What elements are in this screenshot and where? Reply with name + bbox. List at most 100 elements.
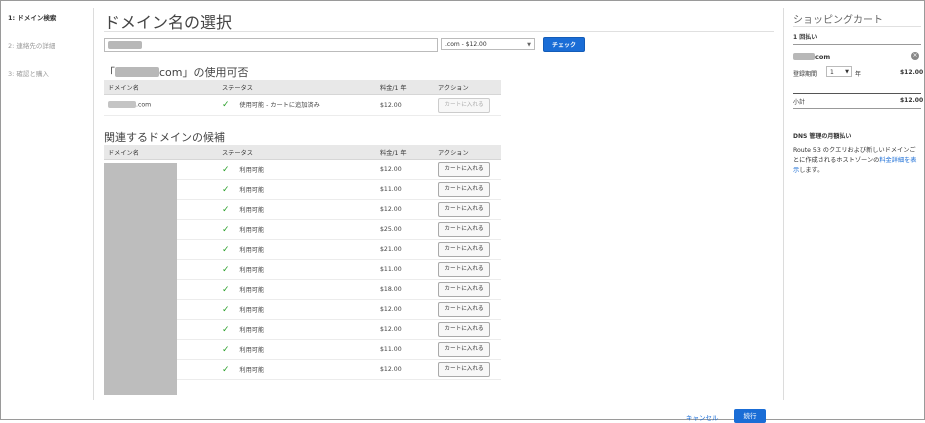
status-cell: ✓ 利用可能 <box>218 319 376 340</box>
price-cell: $12.00 <box>376 359 434 380</box>
status-text: 使用可能 - カートに追加済み <box>239 102 320 109</box>
check-icon: ✓ <box>222 344 230 355</box>
col-status: ステータス <box>218 80 376 95</box>
redacted-domain-list <box>104 163 177 395</box>
remove-icon[interactable]: × <box>911 52 919 60</box>
col-action: アクション <box>434 80 501 95</box>
check-icon: ✓ <box>222 100 230 110</box>
check-button[interactable]: チェック <box>543 37 585 52</box>
tld-select-value: .com - $12.00 <box>445 41 487 48</box>
add-to-cart-button[interactable]: カートに入れる <box>438 302 490 317</box>
col-price: 料金/1 年 <box>376 80 434 95</box>
add-to-cart-button[interactable]: カートに入れる <box>438 262 490 277</box>
action-cell: カートに入れる <box>434 359 501 380</box>
status-text: 利用可能 <box>239 206 265 214</box>
status-text: 利用可能 <box>239 266 265 274</box>
col-status: ステータス <box>218 145 376 160</box>
add-to-cart-button[interactable]: カートに入れる <box>438 97 490 113</box>
col-domain: ドメイン名 <box>104 145 218 160</box>
check-icon: ✓ <box>222 284 230 295</box>
col-domain: ドメイン名 <box>104 80 218 95</box>
add-to-cart-button[interactable]: カートに入れる <box>438 362 490 377</box>
price-cell: $21.00 <box>376 239 434 260</box>
cart-divider <box>793 108 921 109</box>
status-cell: ✓ 利用可能 <box>218 339 376 360</box>
price-cell: $18.00 <box>376 279 434 300</box>
check-icon: ✓ <box>222 184 230 195</box>
table-row: .com ✓ 使用可能 - カートに追加済み $12.00 カートに入れる <box>104 94 501 116</box>
status-cell: ✓ 利用可能 <box>218 299 376 320</box>
action-cell: カートに入れる <box>434 219 501 240</box>
item-price: $12.00 <box>900 69 924 76</box>
table-header-row: ドメイン名 ステータス 料金/1 年 アクション <box>104 80 501 95</box>
availability-heading: 「 com」の使用可否 <box>104 64 249 80</box>
dns-text-2: します。 <box>799 167 824 174</box>
table-header-row: ドメイン名 ステータス 料金/1 年 アクション <box>104 145 501 160</box>
check-icon: ✓ <box>222 324 230 335</box>
status-cell: ✓ 使用可能 - カートに追加済み <box>218 94 376 116</box>
chevron-down-icon: ▼ <box>845 69 849 75</box>
check-icon: ✓ <box>222 244 230 255</box>
domain-suffix: .com <box>136 101 152 109</box>
payment-label: 1 回払い <box>793 34 818 41</box>
add-to-cart-button[interactable]: カートに入れる <box>438 222 490 237</box>
status-cell: ✓ 利用可能 <box>218 279 376 300</box>
price-cell: $12.00 <box>376 319 434 340</box>
check-icon: ✓ <box>222 224 230 235</box>
availability-heading-prefix: 「 <box>104 66 115 79</box>
check-icon: ✓ <box>222 164 230 175</box>
domain-search-input[interactable] <box>104 38 438 52</box>
action-cell: カートに入れる <box>434 239 501 260</box>
cart-item-suffix: com <box>815 53 831 61</box>
status-cell: ✓ 利用可能 <box>218 239 376 260</box>
tld-select[interactable]: .com - $12.00 ▼ <box>441 38 535 50</box>
check-icon: ✓ <box>222 304 230 315</box>
redacted-domain <box>108 101 136 109</box>
cancel-link[interactable]: キャンセル <box>686 412 719 422</box>
period-value: 1 <box>830 69 834 76</box>
step-domain-search[interactable]: 1: ドメイン検索 <box>8 12 88 22</box>
status-text: 利用可能 <box>239 226 265 234</box>
add-to-cart-button[interactable]: カートに入れる <box>438 322 490 337</box>
price-cell: $25.00 <box>376 219 434 240</box>
status-cell: ✓ 利用可能 <box>218 159 376 180</box>
price-cell: $12.00 <box>376 299 434 320</box>
add-to-cart-button[interactable]: カートに入れる <box>438 282 490 297</box>
period-select[interactable]: 1 ▼ <box>826 66 852 77</box>
left-divider <box>93 8 94 400</box>
price-cell: $11.00 <box>376 339 434 360</box>
cart-divider <box>793 44 921 45</box>
status-text: 利用可能 <box>239 246 265 254</box>
status-cell: ✓ 利用可能 <box>218 259 376 280</box>
check-icon: ✓ <box>222 204 230 215</box>
add-to-cart-button[interactable]: カートに入れる <box>438 342 490 357</box>
status-cell: ✓ 利用可能 <box>218 179 376 200</box>
action-cell: カートに入れる <box>434 299 501 320</box>
cart-item-domain: com <box>793 53 830 61</box>
cart-divider <box>793 93 921 94</box>
add-to-cart-button[interactable]: カートに入れる <box>438 182 490 197</box>
subtotal-label: 小計 <box>793 99 806 106</box>
continue-button[interactable]: 続行 <box>734 409 766 423</box>
status-text: 利用可能 <box>239 186 265 194</box>
right-divider <box>783 8 784 400</box>
subtotal-price: $12.00 <box>900 97 924 104</box>
status-text: 利用可能 <box>239 306 265 314</box>
status-text: 利用可能 <box>239 166 265 174</box>
domain-cell: .com <box>104 94 218 116</box>
cart-title: ショッピングカート <box>793 15 883 26</box>
status-text: 利用可能 <box>239 346 265 354</box>
add-to-cart-button[interactable]: カートに入れる <box>438 162 490 177</box>
price-cell: $11.00 <box>376 179 434 200</box>
price-cell: $12.00 <box>376 199 434 220</box>
chevron-down-icon: ▼ <box>527 42 531 48</box>
add-to-cart-button[interactable]: カートに入れる <box>438 242 490 257</box>
step-contact-details[interactable]: 2: 連絡先の詳細 <box>8 40 88 50</box>
action-cell: カートに入れる <box>434 259 501 280</box>
action-cell: カートに入れる <box>434 339 501 360</box>
action-cell: カートに入れる <box>434 319 501 340</box>
availability-heading-suffix: com」の使用可否 <box>159 66 249 79</box>
status-text: 利用可能 <box>239 286 265 294</box>
step-review-purchase[interactable]: 3: 確認と購入 <box>8 68 88 78</box>
add-to-cart-button[interactable]: カートに入れる <box>438 202 490 217</box>
